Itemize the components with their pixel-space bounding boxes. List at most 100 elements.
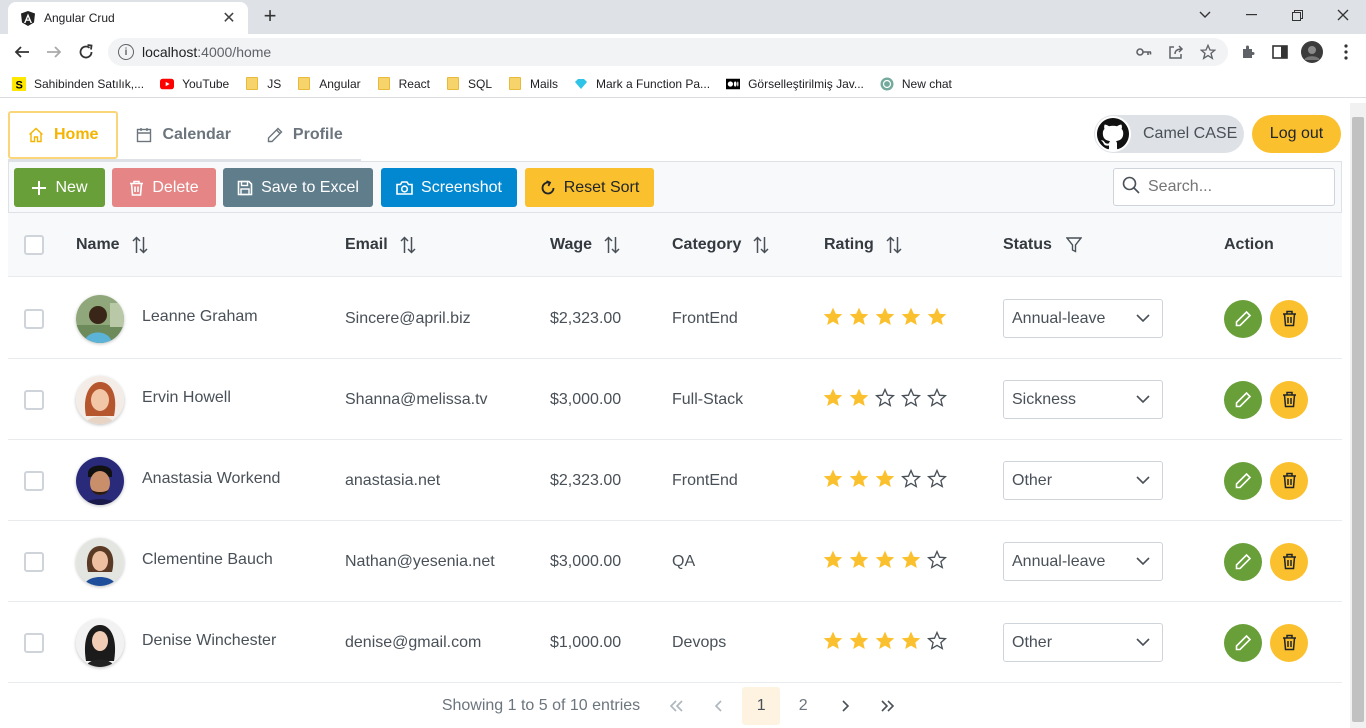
reset-sort-button[interactable]: Reset Sort (525, 168, 654, 207)
table-row[interactable]: Anastasia Workend anastasia.net $2,323.0… (8, 440, 1342, 521)
star-filled-icon[interactable] (823, 631, 843, 650)
bookmark-star-icon[interactable] (1198, 42, 1218, 62)
minimize-button[interactable] (1228, 0, 1274, 30)
delete-row-button[interactable] (1270, 542, 1308, 581)
search-input[interactable] (1148, 178, 1328, 196)
edit-button[interactable] (1224, 461, 1262, 500)
reload-icon[interactable] (74, 40, 98, 64)
star-filled-icon[interactable] (849, 550, 869, 569)
share-icon[interactable] (1166, 42, 1186, 62)
status-dropdown[interactable]: Other (1003, 461, 1163, 500)
star-empty-icon[interactable] (875, 388, 895, 407)
close-window-button[interactable] (1320, 0, 1366, 30)
profile-avatar-icon[interactable] (1301, 41, 1323, 63)
table-row[interactable]: Clementine Bauch Nathan@yesenia.net $3,0… (8, 521, 1342, 602)
delete-row-button[interactable] (1270, 461, 1308, 500)
bookmark-item[interactable]: JS (245, 77, 281, 91)
bookmark-item[interactable]: Görselleştirilmiş Jav... (726, 77, 864, 91)
star-filled-icon[interactable] (901, 550, 921, 569)
star-filled-icon[interactable] (901, 307, 921, 326)
browser-menu-icon[interactable] (1336, 42, 1356, 62)
browser-tab[interactable]: Angular Crud ✕ (8, 2, 248, 34)
delete-row-button[interactable] (1270, 299, 1308, 338)
tab-calendar[interactable]: Calendar (118, 111, 248, 159)
header-category[interactable]: Category (672, 213, 769, 277)
star-empty-icon[interactable] (927, 550, 947, 569)
last-page-icon[interactable] (868, 687, 906, 725)
star-filled-icon[interactable] (849, 307, 869, 326)
star-empty-icon[interactable] (901, 469, 921, 488)
status-dropdown[interactable]: Annual-leave (1003, 299, 1163, 338)
bookmark-item[interactable]: S Sahibinden Satılık,... (12, 76, 144, 91)
page-button[interactable]: 1 (742, 686, 781, 725)
bookmark-item[interactable]: New chat (880, 77, 952, 91)
header-wage[interactable]: Wage (550, 213, 620, 277)
star-empty-icon[interactable] (927, 388, 947, 407)
delete-button[interactable]: Delete (112, 168, 216, 207)
bookmark-item[interactable]: YouTube (160, 77, 229, 91)
header-rating[interactable]: Rating (824, 213, 902, 277)
scrollbar-thumb[interactable] (1352, 117, 1364, 722)
status-dropdown[interactable]: Other (1003, 623, 1163, 662)
table-row[interactable]: Leanne Graham Sincere@april.biz $2,323.0… (8, 278, 1342, 359)
page-button[interactable]: 2 (784, 687, 822, 725)
header-email[interactable]: Email (345, 213, 416, 277)
address-bar[interactable]: i localhost:4000/home (108, 38, 1228, 66)
bookmark-item[interactable]: SQL (446, 77, 492, 91)
star-filled-icon[interactable] (901, 631, 921, 650)
close-tab-icon[interactable]: ✕ (220, 9, 238, 27)
status-dropdown[interactable]: Annual-leave (1003, 542, 1163, 581)
star-filled-icon[interactable] (849, 469, 869, 488)
select-all-checkbox[interactable] (24, 213, 44, 277)
star-filled-icon[interactable] (927, 307, 947, 326)
star-filled-icon[interactable] (849, 631, 869, 650)
header-name[interactable]: Name (76, 213, 148, 277)
edit-button[interactable] (1224, 542, 1262, 581)
extensions-icon[interactable] (1238, 42, 1258, 62)
star-filled-icon[interactable] (875, 550, 895, 569)
user-chip[interactable]: Camel CASE (1094, 115, 1244, 153)
forward-icon[interactable] (42, 40, 66, 64)
delete-row-button[interactable] (1270, 623, 1308, 662)
status-dropdown[interactable]: Sickness (1003, 380, 1163, 419)
key-icon[interactable] (1134, 42, 1154, 62)
bookmark-item[interactable]: Mark a Function Pa... (574, 77, 710, 91)
new-tab-button[interactable]: + (258, 5, 282, 29)
row-checkbox[interactable] (24, 440, 44, 521)
edit-button[interactable] (1224, 380, 1262, 419)
screenshot-button[interactable]: Screenshot (381, 168, 517, 207)
back-icon[interactable] (10, 40, 34, 64)
filter-icon[interactable] (1065, 237, 1082, 253)
delete-row-button[interactable] (1270, 380, 1308, 419)
bookmark-item[interactable]: Mails (508, 77, 558, 91)
prev-page-icon[interactable] (700, 687, 738, 725)
first-page-icon[interactable] (658, 687, 696, 725)
page-scrollbar[interactable] (1350, 103, 1366, 728)
save-excel-button[interactable]: Save to Excel (223, 168, 373, 207)
logout-button[interactable]: Log out (1252, 115, 1341, 153)
star-filled-icon[interactable] (875, 469, 895, 488)
edit-button[interactable] (1224, 299, 1262, 338)
new-button[interactable]: New (14, 168, 105, 207)
star-filled-icon[interactable] (823, 307, 843, 326)
bookmark-item[interactable]: React (377, 77, 430, 91)
tab-profile[interactable]: Profile (249, 111, 361, 159)
next-page-icon[interactable] (826, 687, 864, 725)
tab-home[interactable]: Home (8, 111, 119, 159)
table-row[interactable]: Ervin Howell Shanna@melissa.tv $3,000.00… (8, 359, 1342, 440)
star-filled-icon[interactable] (875, 307, 895, 326)
tab-search-icon[interactable] (1182, 0, 1228, 30)
site-info-icon[interactable]: i (118, 44, 134, 60)
row-checkbox[interactable] (24, 521, 44, 602)
star-filled-icon[interactable] (823, 550, 843, 569)
star-empty-icon[interactable] (927, 631, 947, 650)
star-filled-icon[interactable] (823, 469, 843, 488)
bookmark-item[interactable]: Angular (297, 77, 361, 91)
restore-button[interactable] (1274, 0, 1320, 30)
star-filled-icon[interactable] (849, 388, 869, 407)
row-checkbox[interactable] (24, 278, 44, 359)
edit-button[interactable] (1224, 623, 1262, 662)
side-panel-icon[interactable] (1270, 42, 1290, 62)
table-row[interactable]: Denise Winchester denise@gmail.com $1,00… (8, 602, 1342, 683)
star-empty-icon[interactable] (927, 469, 947, 488)
